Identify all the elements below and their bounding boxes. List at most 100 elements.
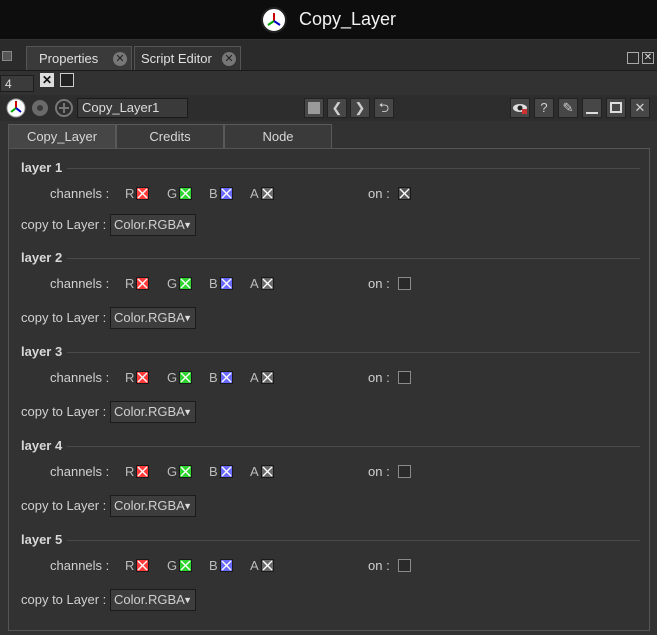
float-icon[interactable]: [627, 52, 639, 64]
help-icon[interactable]: ?: [534, 98, 554, 118]
gear-icon[interactable]: [29, 97, 51, 119]
channel-r-checkbox[interactable]: [136, 187, 149, 200]
channel-r-checkbox[interactable]: [136, 559, 149, 572]
channel-r-label: R: [125, 464, 135, 479]
channel-b-label: B: [209, 464, 218, 479]
close-icon[interactable]: ✕: [113, 52, 127, 66]
node-logo-icon[interactable]: [5, 97, 27, 119]
channel-a-checkbox[interactable]: [261, 465, 274, 478]
chevron-down-icon: ▼: [183, 313, 192, 323]
tab-row: Properties ✕ Script Editor ✕: [0, 40, 657, 71]
on-label: on :: [368, 186, 390, 201]
close-panel-icon[interactable]: ✕: [630, 98, 650, 118]
dropdown-value: Color.RGBA: [114, 498, 185, 513]
arrow-right-icon[interactable]: ❯: [350, 98, 370, 118]
copy-to-layer-dropdown[interactable]: Color.RGBA ▼: [110, 214, 196, 236]
chevron-down-icon: ▼: [183, 407, 192, 417]
channel-b-checkbox[interactable]: [220, 187, 233, 200]
channel-g-checkbox[interactable]: [179, 465, 192, 478]
channel-g-label: G: [167, 464, 178, 479]
divider: [67, 352, 640, 353]
on-checkbox[interactable]: [398, 187, 411, 200]
channel-b-label: B: [209, 276, 218, 291]
layer-title: layer 5: [21, 532, 63, 547]
channel-a-label: A: [250, 370, 259, 385]
on-checkbox[interactable]: [398, 559, 411, 572]
channel-b-label: B: [209, 186, 218, 201]
divider: [67, 540, 640, 541]
channel-a-label: A: [250, 276, 259, 291]
channel-g-checkbox[interactable]: [179, 371, 192, 384]
copy-to-layer-dropdown[interactable]: Color.RGBA ▼: [110, 401, 196, 423]
on-checkbox[interactable]: [398, 277, 411, 290]
sync-icon[interactable]: ⮌: [374, 98, 394, 118]
stack-count-field[interactable]: 4: [0, 75, 34, 92]
channel-a-checkbox[interactable]: [261, 559, 274, 572]
channel-a-checkbox[interactable]: [261, 277, 274, 290]
on-label: on :: [368, 370, 390, 385]
channels-label: channels :: [50, 370, 110, 385]
title-bar: Copy_Layer: [0, 0, 657, 39]
channel-b-label: B: [209, 558, 218, 573]
channel-a-checkbox[interactable]: [261, 187, 274, 200]
channel-r-label: R: [125, 276, 135, 291]
color-swatch-icon[interactable]: [304, 98, 324, 118]
divider: [67, 168, 640, 169]
channel-g-checkbox[interactable]: [179, 559, 192, 572]
copy-to-layer-label: copy to Layer :: [21, 404, 107, 419]
dropdown-value: Color.RGBA: [114, 592, 185, 607]
tab-copy-layer[interactable]: Copy_Layer: [8, 124, 116, 149]
close-icon[interactable]: ✕: [222, 52, 236, 66]
channel-g-label: G: [167, 370, 178, 385]
copy-to-layer-dropdown[interactable]: Color.RGBA ▼: [110, 589, 196, 611]
channel-g-label: G: [167, 558, 178, 573]
channel-b-label: B: [209, 370, 218, 385]
tab-credits[interactable]: Credits: [116, 124, 224, 149]
stack-toolbar: 4 ✕: [0, 71, 657, 93]
copy-to-layer-dropdown[interactable]: Color.RGBA ▼: [110, 495, 196, 517]
copy-to-layer-label: copy to Layer :: [21, 217, 107, 232]
tab-properties[interactable]: Properties ✕: [26, 46, 132, 70]
channel-b-checkbox[interactable]: [220, 277, 233, 290]
channels-label: channels :: [50, 558, 110, 573]
pane-menu-icon[interactable]: [2, 51, 12, 61]
channel-r-label: R: [125, 558, 135, 573]
tab-script-editor[interactable]: Script Editor ✕: [134, 46, 241, 70]
channel-b-checkbox[interactable]: [220, 371, 233, 384]
float-panel-icon[interactable]: [606, 98, 626, 118]
clear-stack-icon[interactable]: ✕: [40, 73, 54, 87]
copy-to-layer-label: copy to Layer :: [21, 498, 107, 513]
tab-label: Script Editor: [141, 51, 212, 66]
app-logo-icon: [260, 6, 287, 33]
channel-g-checkbox[interactable]: [179, 187, 192, 200]
channels-label: channels :: [50, 276, 110, 291]
on-checkbox[interactable]: [398, 371, 411, 384]
channel-r-checkbox[interactable]: [136, 277, 149, 290]
minimize-icon[interactable]: [582, 98, 602, 118]
node-name-field[interactable]: Copy_Layer1: [77, 98, 188, 118]
chevron-down-icon: ▼: [183, 220, 192, 230]
pin-icon[interactable]: ✎: [558, 98, 578, 118]
layer-title: layer 2: [21, 250, 63, 265]
on-checkbox[interactable]: [398, 465, 411, 478]
channel-g-label: G: [167, 276, 178, 291]
arrow-left-icon[interactable]: ❮: [327, 98, 347, 118]
layer-title: layer 3: [21, 344, 63, 359]
channel-r-checkbox[interactable]: [136, 465, 149, 478]
channel-r-checkbox[interactable]: [136, 371, 149, 384]
channel-b-checkbox[interactable]: [220, 559, 233, 572]
add-circle-icon[interactable]: [53, 97, 75, 119]
close-pane-icon[interactable]: ✕: [642, 52, 654, 64]
channel-a-checkbox[interactable]: [261, 371, 274, 384]
on-label: on :: [368, 464, 390, 479]
channel-a-label: A: [250, 464, 259, 479]
maximize-icon[interactable]: [60, 73, 74, 87]
eye-icon[interactable]: [510, 98, 530, 118]
channels-label: channels :: [50, 186, 110, 201]
tab-label: Properties: [39, 51, 99, 66]
channel-b-checkbox[interactable]: [220, 465, 233, 478]
tab-node[interactable]: Node: [224, 124, 332, 149]
channel-g-checkbox[interactable]: [179, 277, 192, 290]
copy-to-layer-dropdown[interactable]: Color.RGBA ▼: [110, 307, 196, 329]
on-label: on :: [368, 276, 390, 291]
